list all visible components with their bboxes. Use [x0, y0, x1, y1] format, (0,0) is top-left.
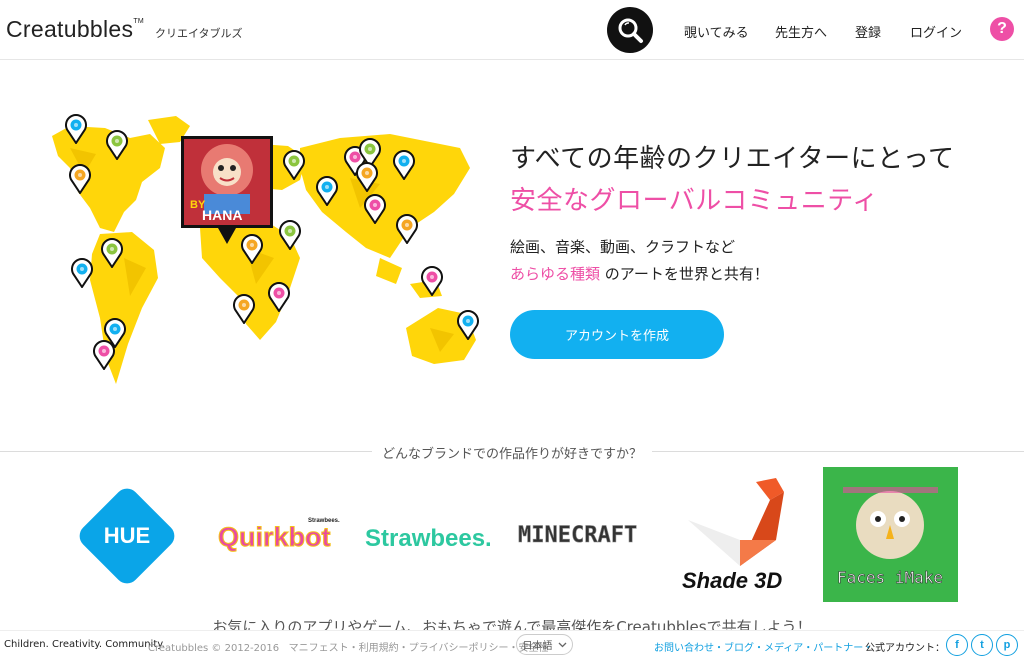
- map-pin-icon[interactable]: [106, 130, 128, 160]
- map-pin-icon[interactable]: [364, 194, 386, 224]
- search-button[interactable]: [607, 7, 653, 53]
- map-pin-icon[interactable]: [396, 214, 418, 244]
- map-pin-icon[interactable]: [71, 258, 93, 288]
- help-icon: ?: [997, 20, 1007, 37]
- brands-heading: どんなブランドでの作品作りが好きですか？: [0, 443, 1024, 462]
- nav-login[interactable]: ログイン: [910, 22, 962, 41]
- map-pin-icon[interactable]: [65, 114, 87, 144]
- hero-highlight: あらゆる種類: [510, 265, 601, 283]
- brand-shade-3d[interactable]: Shade 3D: [680, 470, 800, 598]
- nav-teachers[interactable]: 先生方へ: [775, 22, 827, 41]
- footer-copyright: Creatubbles © 2012-2016 マニフェスト・利用規約・プライバ…: [148, 643, 549, 654]
- svg-text:HANA: HANA: [202, 207, 242, 223]
- facebook-icon[interactable]: f: [946, 634, 968, 656]
- hero-title: すべての年齢のクリエイターにとって: [510, 144, 955, 174]
- featured-artwork[interactable]: BY HANA: [181, 136, 273, 244]
- map-pin-icon[interactable]: [421, 266, 443, 296]
- brand-minecraft[interactable]: MINECRAFT: [516, 520, 658, 550]
- map-pin-icon[interactable]: [101, 238, 123, 268]
- logo[interactable]: CreatubblesTM: [6, 16, 144, 43]
- hero-description-1: 絵画、音楽、動画、クラフトなど: [510, 238, 736, 256]
- footer-links-left[interactable]: マニフェスト・利用規約・プライバシーポリシー・安全性: [289, 643, 549, 654]
- map-pin-icon[interactable]: [279, 220, 301, 250]
- map-pin-icon[interactable]: [241, 234, 263, 264]
- map-pin-icon[interactable]: [457, 310, 479, 340]
- pinterest-icon[interactable]: p: [996, 634, 1018, 656]
- brand-hue[interactable]: HUE: [66, 475, 188, 597]
- brand-strawbees[interactable]: Strawbees.: [365, 520, 503, 556]
- map-pin-icon[interactable]: [393, 150, 415, 180]
- chevron-down-icon: [558, 642, 566, 647]
- twitter-icon[interactable]: t: [971, 634, 993, 656]
- hero-subtitle: 安全なグローバルコミュニティ: [510, 186, 879, 216]
- map-pin-icon[interactable]: [356, 162, 378, 192]
- map-pin-icon[interactable]: [268, 282, 290, 312]
- shade-label: Shade 3D: [682, 568, 782, 593]
- map-pin-icon[interactable]: [316, 176, 338, 206]
- logo-japanese: クリエイタブルズ: [155, 27, 243, 40]
- map-se-asia: [376, 258, 402, 284]
- help-button[interactable]: ?: [990, 17, 1014, 41]
- map-pin-icon[interactable]: [93, 340, 115, 370]
- svg-text:Quirkbot: Quirkbot: [218, 522, 331, 552]
- footer-official-accounts: 公式アカウント：: [865, 643, 945, 654]
- hero-description-2: あらゆる種類 のアートを世界と共有！: [510, 265, 769, 283]
- create-account-button[interactable]: アカウントを作成: [510, 310, 724, 359]
- svg-text:MINECRAFT: MINECRAFT: [518, 523, 637, 548]
- brand-hue-label: HUE: [104, 523, 150, 548]
- footer-links-right[interactable]: お問い合わせ・ブログ・メディア・パートナー・: [654, 639, 873, 654]
- language-select[interactable]: 日本語: [516, 634, 573, 655]
- nav-explore[interactable]: 覗いてみる: [684, 22, 749, 41]
- brand-quirkbot[interactable]: Strawbees. Quirkbot: [216, 512, 344, 556]
- svg-text:Strawbees.: Strawbees.: [365, 525, 492, 552]
- map-pin-icon[interactable]: [283, 150, 305, 180]
- search-icon: [618, 18, 643, 43]
- map-pin-icon[interactable]: [69, 164, 91, 194]
- site-header: CreatubblesTM クリエイタブルズ 覗いてみる 先生方へ 登録 ログイ…: [0, 0, 1024, 60]
- footer-tagline: Children. Creativity. Community.: [4, 639, 165, 650]
- brand-faces-imake[interactable]: Faces iMake: [823, 467, 958, 602]
- map-pin-icon[interactable]: [233, 294, 255, 324]
- site-footer: Children. Creativity. Community. Creatub…: [0, 630, 1024, 659]
- nav-register[interactable]: 登録: [855, 22, 881, 41]
- faces-label: Faces iMake: [837, 568, 943, 587]
